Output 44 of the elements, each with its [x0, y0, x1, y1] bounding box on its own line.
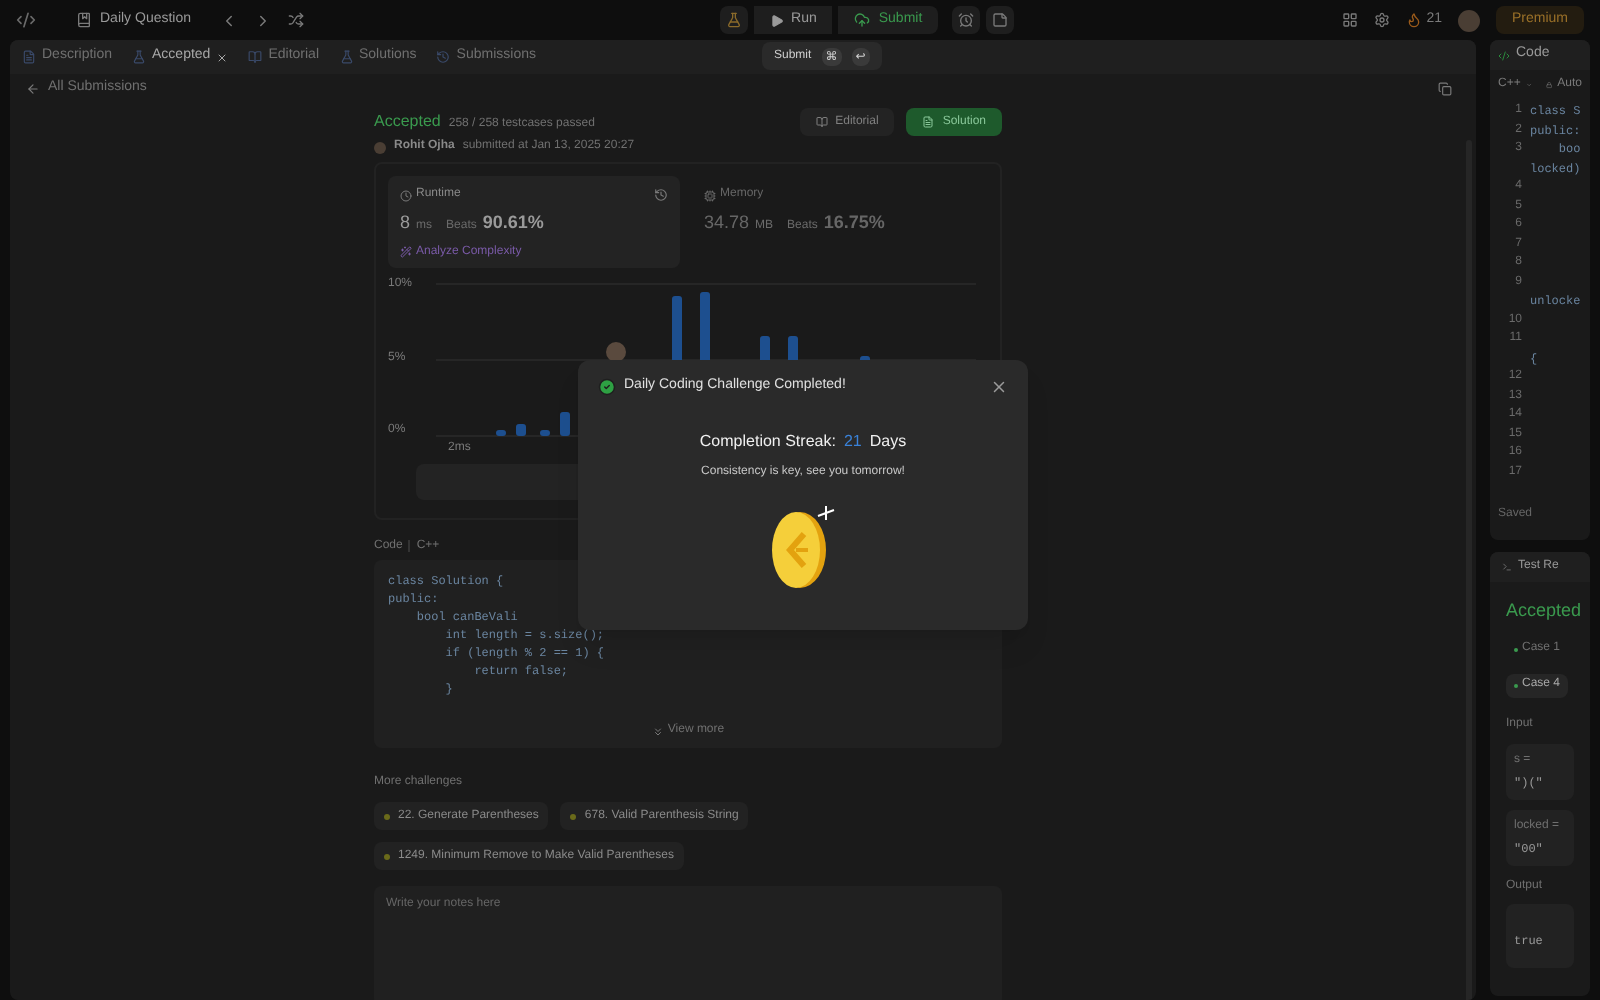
tab-icon	[339, 50, 353, 64]
upload-icon	[854, 12, 871, 28]
avatar-icon	[374, 141, 386, 153]
notes-button[interactable]	[986, 6, 1015, 34]
flask-icon	[725, 12, 742, 28]
wand-icon	[400, 246, 412, 258]
stat-value: 8	[400, 210, 411, 236]
history-icon	[654, 188, 668, 202]
chevrons-down-icon	[651, 725, 664, 737]
alarm-clock-icon	[958, 12, 975, 28]
back-arrow-icon	[26, 81, 40, 95]
shuffle-icon	[287, 12, 304, 28]
timer-button[interactable]	[952, 6, 981, 34]
chip-icon	[704, 189, 716, 201]
code-icon	[1498, 49, 1510, 61]
tab-icon	[132, 50, 147, 64]
terminal-icon	[1502, 562, 1512, 572]
status-text: Accepted	[374, 110, 441, 134]
streak-value: 21	[843, 429, 862, 453]
tab-icon	[436, 50, 451, 64]
result-status: Accepted	[1504, 598, 1584, 624]
list-icon	[76, 12, 92, 28]
note-icon	[992, 12, 1009, 28]
beats-percentage: 16.75%	[823, 210, 885, 236]
book-icon	[815, 116, 828, 128]
play-icon	[769, 13, 784, 27]
tab-icon	[248, 50, 263, 64]
stat-value: 34.78	[704, 210, 750, 236]
layout-icon	[1342, 12, 1359, 28]
beats-percentage: 90.61%	[482, 210, 544, 236]
close-icon[interactable]	[216, 51, 229, 63]
streak-label: Completion Streak:	[699, 429, 836, 453]
close-icon[interactable]	[990, 377, 1008, 396]
coin-drawing	[767, 505, 839, 589]
lock-icon	[1545, 79, 1552, 89]
copy-icon	[1438, 81, 1452, 95]
check-circle-icon	[598, 377, 616, 396]
tab-icon	[22, 50, 36, 64]
flame-icon	[1406, 12, 1423, 28]
debug-button[interactable]	[719, 6, 748, 34]
document-icon	[922, 116, 935, 128]
settings-icon	[1374, 12, 1391, 28]
clock-icon	[400, 189, 412, 201]
streak-unit: Days	[869, 429, 907, 453]
